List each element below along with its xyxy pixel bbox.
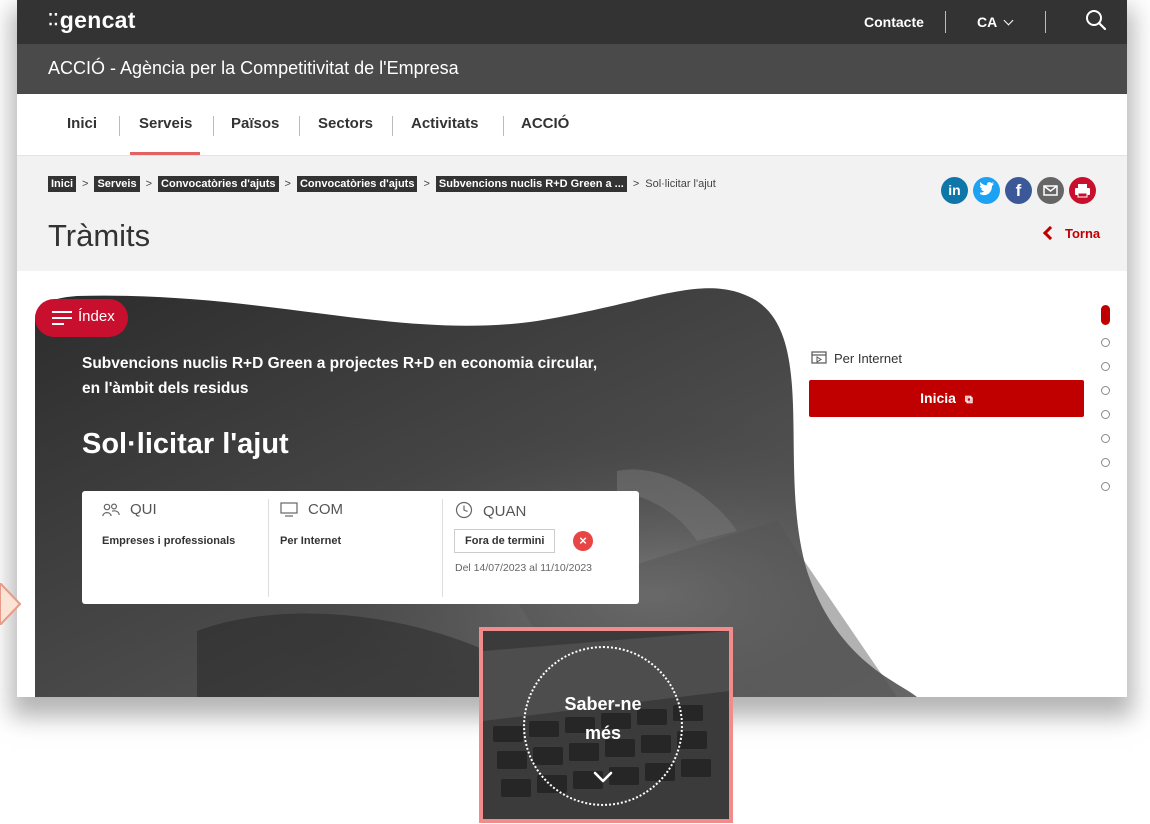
divider xyxy=(945,11,946,33)
chevron-down-icon[interactable] xyxy=(593,767,613,787)
start-button[interactable]: Inicia ⧉ xyxy=(809,380,1084,417)
who-column: QUI Empreses i professionals xyxy=(82,491,268,604)
procedure-name: Subvencions nuclis R+D Green a projectes… xyxy=(82,355,598,397)
breadcrumb-item[interactable]: Convocatòries d'ajuts xyxy=(158,176,279,192)
nav-item-accio[interactable]: ACCIÓ xyxy=(521,115,569,132)
search-icon[interactable] xyxy=(1085,9,1107,31)
procedure-action-title: Sol·licitar l'ajut xyxy=(82,428,289,460)
zoom-callout: Saber-ne més xyxy=(479,627,733,823)
section-dot[interactable] xyxy=(1101,362,1110,371)
contact-link[interactable]: Contacte xyxy=(864,14,924,30)
clock-icon xyxy=(455,501,473,519)
online-icon xyxy=(811,351,827,364)
callout-arrow-icon xyxy=(0,583,22,625)
nav-item-inici[interactable]: Inici xyxy=(67,115,97,132)
section-dots-nav xyxy=(1098,305,1112,505)
close-icon: × xyxy=(573,531,593,551)
deadline-status-badge: Fora de termini xyxy=(454,529,556,553)
channel-label: Per Internet xyxy=(811,351,902,366)
gencat-logo[interactable]: ⁚⁚gencat xyxy=(48,7,136,34)
divider xyxy=(213,116,214,136)
nav-item-paisos[interactable]: Països xyxy=(231,115,279,132)
twitter-icon[interactable] xyxy=(973,177,1000,204)
when-heading: QUAN xyxy=(455,501,526,520)
monitor-icon xyxy=(280,502,298,517)
external-link-icon: ⧉ xyxy=(964,394,973,406)
top-bar: ⁚⁚gencat Contacte CA xyxy=(17,0,1127,44)
section-dot[interactable] xyxy=(1101,386,1110,395)
who-value: Empreses i professionals xyxy=(102,535,236,547)
section-dot-active[interactable] xyxy=(1101,305,1110,325)
breadcrumb-separator: > xyxy=(284,178,291,190)
browser-page: ⁚⁚gencat Contacte CA ACCIÓ - Agència per… xyxy=(17,0,1127,697)
how-heading: COM xyxy=(280,501,343,518)
page-header: Inici > Serveis > Convocatòries d'ajuts > Conv… xyxy=(17,156,1127,271)
who-heading: QUI xyxy=(102,501,157,518)
active-tab-indicator xyxy=(130,152,200,155)
breadcrumb-separator: > xyxy=(145,178,153,190)
linkedin-icon[interactable]: in xyxy=(941,177,968,204)
chevron-down-icon xyxy=(1003,15,1014,26)
how-column: COM Per Internet xyxy=(268,491,442,604)
breadcrumb-separator: > xyxy=(632,178,640,190)
divider xyxy=(119,116,120,136)
print-icon[interactable] xyxy=(1069,177,1096,204)
facebook-icon[interactable]: f xyxy=(1005,177,1032,204)
menu-icon xyxy=(52,311,72,325)
breadcrumb: Inici > Serveis > Convocatòries d'ajuts > Conv… xyxy=(48,176,716,192)
page-title: Tràmits xyxy=(48,218,151,253)
index-button[interactable]: Índex xyxy=(35,299,128,337)
back-link[interactable]: Torna xyxy=(1042,225,1100,241)
section-dot[interactable] xyxy=(1101,338,1110,347)
breadcrumb-separator: > xyxy=(423,178,430,190)
divider xyxy=(392,116,393,136)
nav-item-serveis[interactable]: Serveis xyxy=(139,115,192,132)
how-value: Per Internet xyxy=(280,535,342,547)
section-dot[interactable] xyxy=(1101,410,1110,419)
breadcrumb-separator: > xyxy=(82,178,89,190)
divider xyxy=(299,116,300,136)
section-dot[interactable] xyxy=(1101,458,1110,467)
deadline-range: Del 14/07/2023 al 11/10/2023 xyxy=(455,562,593,574)
divider xyxy=(503,116,504,136)
chevron-left-icon xyxy=(1042,225,1058,241)
nav-item-sectors[interactable]: Sectors xyxy=(318,115,373,132)
breadcrumb-item[interactable]: Subvencions nuclis R+D Green a ... xyxy=(435,176,627,192)
main-nav: Inici Serveis Països Sectors Activitats … xyxy=(17,94,1127,156)
breadcrumb-current: Sol·licitar l'ajut xyxy=(645,178,716,190)
breadcrumb-item[interactable]: Convocatòries d'ajuts xyxy=(296,176,418,192)
info-card: QUI Empreses i professionals COM Per Int… xyxy=(82,491,639,604)
section-dot[interactable] xyxy=(1101,482,1110,491)
nav-item-activitats[interactable]: Activitats xyxy=(411,115,479,132)
breadcrumb-item[interactable]: Serveis xyxy=(94,176,140,192)
language-selector[interactable]: CA xyxy=(977,14,1014,30)
index-label: Índex xyxy=(78,308,115,325)
breadcrumb-item[interactable]: Inici xyxy=(48,176,77,192)
mail-icon[interactable] xyxy=(1037,177,1064,204)
more-link[interactable]: Saber-ne més xyxy=(523,690,683,748)
section-dot[interactable] xyxy=(1101,434,1110,443)
divider xyxy=(1045,11,1046,33)
agency-bar: ACCIÓ - Agència per la Competitivitat de… xyxy=(17,44,1127,94)
agency-title[interactable]: ACCIÓ - Agència per la Competitivitat de… xyxy=(48,58,459,79)
people-icon xyxy=(102,503,120,517)
